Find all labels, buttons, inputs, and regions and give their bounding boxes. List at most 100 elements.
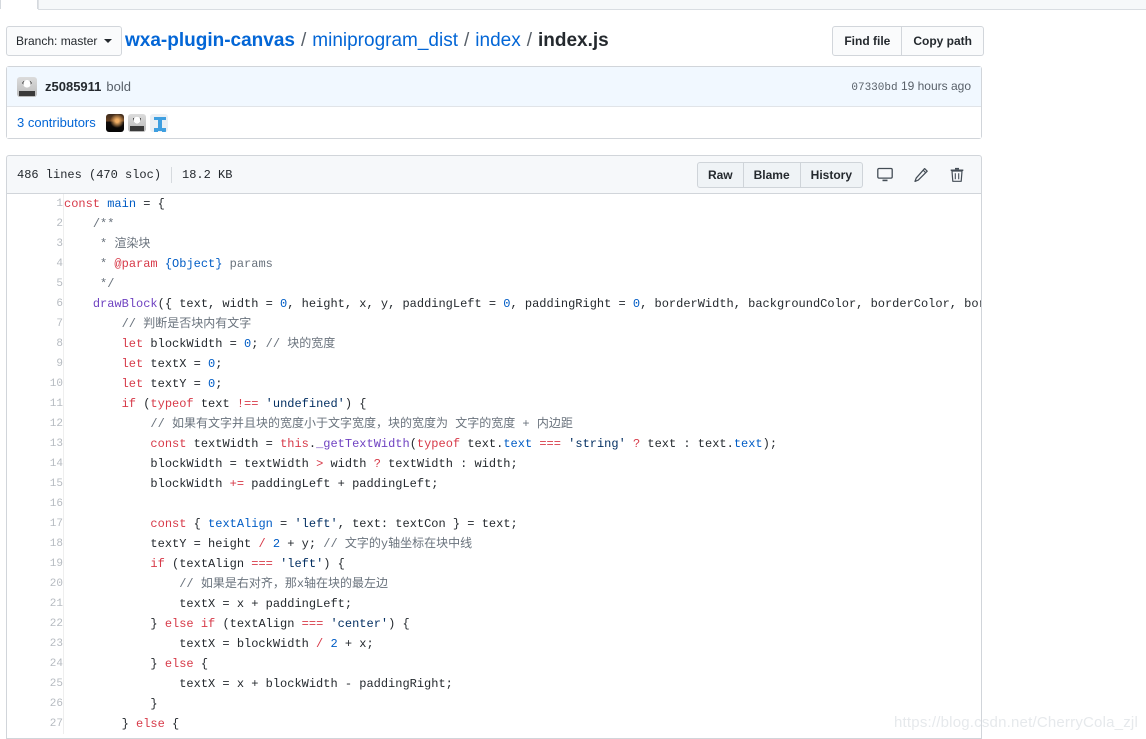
- commit-time: 19 hours ago: [900, 79, 971, 93]
- code-line-content: const textWidth = this._getTextWidth(typ…: [150, 437, 778, 451]
- breadcrumb-separator: /: [301, 30, 307, 51]
- branch-selector-button[interactable]: Branch: master: [6, 26, 123, 56]
- code-line-number[interactable]: 10: [7, 374, 64, 394]
- code-line-row: 12 // 如果有文字并且块的宽度小于文字宽度，块的宽度为 文字的宽度 + 内边…: [7, 414, 981, 434]
- code-line-content: textX = x + paddingLeft;: [179, 597, 353, 611]
- history-button[interactable]: History: [800, 161, 863, 188]
- code-line-content: drawBlock({ text, width = 0, height, x, …: [92, 297, 981, 311]
- code-line-content: */: [100, 277, 115, 291]
- code-line-number[interactable]: 11: [7, 394, 64, 414]
- commit-meta: 07330bd 19 hours ago: [851, 79, 971, 94]
- breadcrumb: wxa-plugin-canvas / miniprogram_dist / i…: [125, 27, 609, 55]
- code-line-content: let textX = 0;: [121, 357, 223, 371]
- code-line-number[interactable]: 21: [7, 594, 64, 614]
- code-line-row: 19 if (textAlign === 'left') {: [7, 554, 981, 574]
- code-line-content: /**: [92, 217, 115, 231]
- code-line-number[interactable]: 13: [7, 434, 64, 454]
- code-line-number[interactable]: 16: [7, 494, 64, 514]
- code-line-row: 3 * 渲染块: [7, 234, 981, 254]
- code-line-number[interactable]: 14: [7, 454, 64, 474]
- code-line-number[interactable]: 5: [7, 274, 64, 294]
- contributors-count-link[interactable]: 3 contributors: [17, 115, 96, 130]
- code-line-content: const { textAlign = 'left', text: textCo…: [150, 517, 518, 531]
- commit-sha-link[interactable]: 07330bd: [851, 82, 897, 94]
- code-line-number[interactable]: 8: [7, 334, 64, 354]
- code-line-content: let blockWidth = 0; // 块的宽度: [121, 337, 336, 351]
- code-line-row: 7 // 判断是否块内有文字: [7, 314, 981, 334]
- copy-path-button[interactable]: Copy path: [902, 26, 984, 56]
- code-line-row: 25 textX = x + blockWidth - paddingRight…: [7, 674, 981, 694]
- code-blob-container[interactable]: 1 const main = {2 /** 3 * 渲染块 4 * @param {O…: [6, 194, 982, 739]
- user-avatar-cartoon-icon[interactable]: [17, 76, 37, 97]
- code-line-content: textY = height / 2 + y; // 文字的y轴坐标在块中线: [150, 537, 473, 551]
- code-line-row: 26 }: [7, 694, 981, 714]
- code-line-row: 23 textX = blockWidth / 2 + x;: [7, 634, 981, 654]
- code-line-number[interactable]: 6: [7, 294, 64, 314]
- code-line-number[interactable]: 2: [7, 214, 64, 234]
- blame-button[interactable]: Blame: [743, 161, 801, 188]
- breadcrumb-separator: /: [526, 30, 532, 51]
- code-line-content: }: [150, 697, 158, 711]
- code-line-row: 16: [7, 494, 981, 514]
- code-line-number[interactable]: 19: [7, 554, 64, 574]
- file-line-count: 486 lines (470 sloc): [17, 167, 162, 182]
- pencil-edit-icon[interactable]: [907, 162, 935, 188]
- code-line-content: * @param {Object} params: [100, 257, 273, 271]
- breadcrumb-current-file: index.js: [538, 30, 609, 51]
- code-line-number[interactable]: 20: [7, 574, 64, 594]
- code-line-number[interactable]: 4: [7, 254, 64, 274]
- find-file-button[interactable]: Find file: [832, 26, 903, 56]
- code-line-content: textX = blockWidth / 2 + x;: [179, 637, 374, 651]
- code-line-number[interactable]: 3: [7, 234, 64, 254]
- code-line-row: 4 * @param {Object} params: [7, 254, 981, 274]
- code-line-number[interactable]: 22: [7, 614, 64, 634]
- breadcrumb-dir-index[interactable]: index: [475, 30, 520, 52]
- code-line-content: // 如果有文字并且块的宽度小于文字宽度，块的宽度为 文字的宽度 + 内边距: [150, 417, 573, 431]
- code-line-content: const main = {: [64, 197, 165, 211]
- branch-selector-label: Branch: master: [16, 34, 98, 48]
- file-header-row: Branch: master wxa-plugin-canvas / minip…: [0, 26, 1146, 60]
- contributor-avatar-blue-icon[interactable]: [149, 113, 168, 132]
- code-line-row: 24 } else {: [7, 654, 981, 674]
- code-line-number[interactable]: 17: [7, 514, 64, 534]
- code-line-number[interactable]: 26: [7, 694, 64, 714]
- breadcrumb-dir-miniprogram_dist[interactable]: miniprogram_dist: [312, 30, 458, 52]
- contributor-avatar-photo-icon[interactable]: [105, 113, 124, 132]
- code-line-number[interactable]: 25: [7, 674, 64, 694]
- code-line-number[interactable]: 27: [7, 714, 64, 734]
- code-line-row: 9 let textX = 0;: [7, 354, 981, 374]
- code-line-content: } else {: [121, 717, 180, 731]
- code-line-number[interactable]: 12: [7, 414, 64, 434]
- desktop-download-icon[interactable]: [871, 162, 899, 188]
- code-line-number[interactable]: 1: [7, 194, 64, 214]
- code-line-row: 14 blockWidth = textWidth > width ? text…: [7, 454, 981, 474]
- code-line-content: * 渲染块: [100, 237, 151, 251]
- tab-active-partial[interactable]: [0, 0, 38, 9]
- code-line-content: // 判断是否块内有文字: [121, 317, 252, 331]
- breadcrumb-repo-link[interactable]: wxa-plugin-canvas: [125, 30, 295, 52]
- commit-author-link[interactable]: z5085911: [45, 79, 101, 94]
- code-line-content: if (typeof text !== 'undefined') {: [121, 397, 367, 411]
- raw-button[interactable]: Raw: [696, 161, 744, 188]
- code-line-number[interactable]: 18: [7, 534, 64, 554]
- code-line-content: } else {: [150, 657, 209, 671]
- code-line-number[interactable]: 23: [7, 634, 64, 654]
- commit-panel: z5085911 bold 07330bd 19 hours ago 3 con…: [6, 66, 982, 139]
- code-line-row: 20 // 如果是右对齐，那x轴在块的最左边: [7, 574, 981, 594]
- commit-message-link[interactable]: bold: [106, 79, 131, 94]
- code-line-number[interactable]: 7: [7, 314, 64, 334]
- contributor-avatar-cartoon-icon[interactable]: [127, 113, 146, 132]
- file-view-button-group: Raw Blame History: [696, 161, 863, 188]
- code-line-content: textX = x + blockWidth - paddingRight;: [179, 677, 453, 691]
- code-line-content: // 如果是右对齐，那x轴在块的最左边: [179, 577, 389, 591]
- code-line-row: 8 let blockWidth = 0; // 块的宽度: [7, 334, 981, 354]
- github-file-view-page: Branch: master wxa-plugin-canvas / minip…: [0, 0, 1146, 739]
- code-line-content: let textY = 0;: [121, 377, 223, 391]
- code-line-number[interactable]: 15: [7, 474, 64, 494]
- code-line-number[interactable]: 9: [7, 354, 64, 374]
- code-line-row: 22 } else if (textAlign === 'center') {: [7, 614, 981, 634]
- trash-delete-icon[interactable]: [943, 162, 971, 188]
- code-line-content: [64, 494, 982, 514]
- page-right-gutter: [982, 66, 983, 739]
- code-line-number[interactable]: 24: [7, 654, 64, 674]
